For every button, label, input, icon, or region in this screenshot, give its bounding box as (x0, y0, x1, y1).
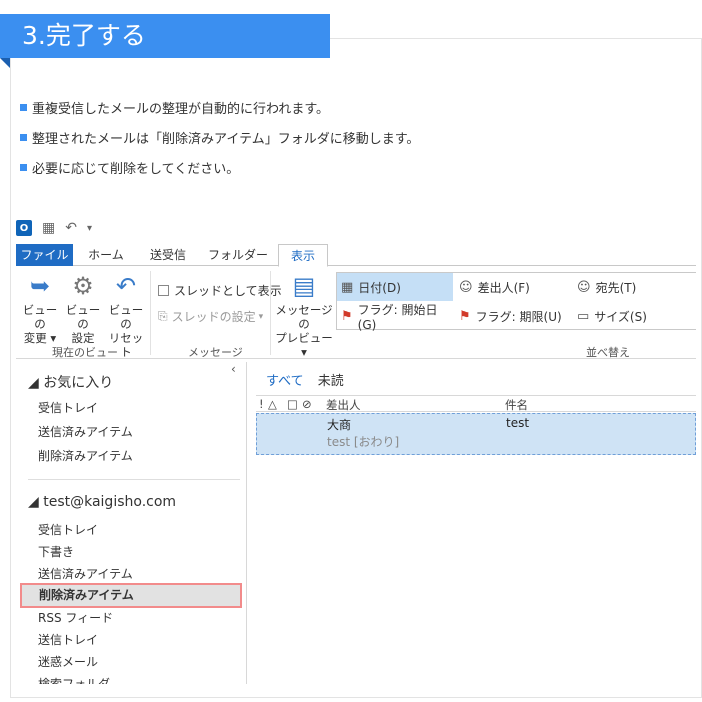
filter-all[interactable]: すべて (266, 374, 304, 389)
ribbon-view: ➥ ビューの 変更 ▾ ⚙ ビューの 設定 ↶ ビューの リセット 現在のビュー… (16, 267, 696, 359)
tab-home[interactable]: ホーム (78, 244, 134, 266)
folder-favorites-inbox[interactable]: 受信トレイ (38, 398, 98, 418)
message-sender: 大商 (327, 418, 352, 432)
view-settings-button[interactable]: ⚙ ビューの 設定 (62, 273, 104, 345)
flag-icon: ⚑ (341, 308, 353, 324)
change-view-icon: ➥ (29, 272, 51, 300)
column-type[interactable]: □ (287, 397, 298, 411)
group-separator (270, 271, 271, 355)
recipient-icon: ☺ (577, 279, 591, 295)
group-label-current-view: 現在のビュー (52, 346, 118, 359)
bullet-square-icon (20, 163, 27, 171)
list-column-header: ! △ □ ⊘ 差出人 件名 (256, 395, 696, 412)
folder-outbox[interactable]: 送信トレイ (38, 630, 98, 650)
sort-by-from[interactable]: ☺ 差出人(F) (455, 273, 571, 301)
pane-divider (28, 479, 240, 480)
outlook-logo-icon: O (16, 220, 32, 236)
reset-icon: ↶ (115, 272, 137, 300)
column-reminder[interactable]: △ (268, 397, 277, 411)
thread-settings-icon: ⎘ (158, 309, 168, 323)
bullet-square-icon (20, 103, 27, 111)
column-attachment[interactable]: ⊘ (302, 397, 312, 411)
column-importance[interactable]: ! (259, 397, 264, 411)
folder-sent[interactable]: 送信済みアイテム (38, 564, 133, 584)
account-header[interactable]: ◢ test@kaigisho.com (28, 494, 176, 510)
column-from[interactable]: 差出人 (326, 397, 361, 413)
message-preview: test [おわり] (327, 435, 400, 449)
bullet-square-icon (20, 133, 27, 141)
folder-drafts[interactable]: 下書き (38, 542, 74, 562)
message-preview-button[interactable]: ▤ メッセージの プレビュー ▾ (274, 273, 334, 359)
table-row[interactable]: 大商 test test [おわり] (256, 413, 696, 455)
step-title: 3.完了する (0, 14, 330, 58)
arrangement-gallery: ▦ 日付(D) ☺ 差出人(F) ☺ 宛先(T) ⚑ フラグ: 開始日(G) ⚑ フラグ:… (336, 272, 696, 332)
sort-by-flag-due[interactable]: ⚑ フラグ: 期限(U) (455, 302, 571, 330)
ribbon-tabs: ファイル ホーム 送受信 フォルダー 表示 (16, 244, 696, 267)
tab-file[interactable]: ファイル (16, 244, 73, 266)
column-subject[interactable]: 件名 (505, 397, 528, 413)
message-subject: test (506, 416, 530, 430)
step-banner-fold (0, 58, 10, 68)
customize-icon[interactable]: ▾ (87, 223, 92, 234)
flag-icon: ⚑ (459, 308, 471, 324)
folder-deleted-items[interactable]: 削除済みアイテム (20, 583, 242, 608)
tab-send-receive[interactable]: 送受信 (138, 244, 198, 266)
instruction-list: 重複受信したメールの整理が自動的に行われます。 整理されたメールは「削除済みアイ… (20, 92, 419, 182)
checkbox-icon (158, 285, 169, 296)
message-preview-icon: ▤ (292, 272, 316, 300)
calendar-icon: ▦ (341, 279, 354, 295)
folder-rss-feeds[interactable]: RSS フィード (38, 608, 113, 628)
send-receive-icon[interactable]: ▦ (42, 220, 55, 236)
gear-icon: ⚙ (72, 272, 94, 300)
tab-folder[interactable]: フォルダー (202, 244, 274, 266)
sort-by-flag-start[interactable]: ⚑ フラグ: 開始日(G) (337, 302, 453, 332)
folder-pane: ‹ ◢ お気に入り 受信トレイ 送信済みアイテム 削除済みアイテム ◢ test… (16, 362, 247, 684)
filter-unread[interactable]: 未読 (318, 374, 344, 389)
sort-by-to[interactable]: ☺ 宛先(T) (573, 273, 693, 301)
folder-favorites-sent[interactable]: 送信済みアイテム (38, 422, 133, 442)
folder-search-folders[interactable]: 検索フォルダ (38, 674, 110, 684)
group-label-arrangement: 並べ替え (586, 346, 630, 359)
group-separator (150, 271, 151, 355)
folder-inbox[interactable]: 受信トレイ (38, 520, 98, 540)
folder-favorites-deleted[interactable]: 削除済みアイテム (38, 446, 133, 466)
undo-icon[interactable]: ↶ (65, 220, 77, 236)
folder-junk[interactable]: 迷惑メール (38, 652, 98, 672)
collapse-pane-icon[interactable]: ‹ (231, 362, 236, 376)
thread-settings-button[interactable]: ⎘ スレッドの設定 ▾ (158, 308, 263, 325)
quick-access-toolbar: O ▦ ↶ ▾ (16, 216, 92, 240)
instruction-item: 必要に応じて削除をしてください。 (20, 152, 419, 182)
change-view-button[interactable]: ➥ ビューの 変更 ▾ (18, 273, 62, 345)
thread-view-checkbox[interactable]: スレッドとして表示 (158, 282, 282, 299)
sort-by-size[interactable]: ▭ サイズ(S) (573, 302, 693, 330)
list-filter: すべて 未読 (266, 370, 344, 389)
favorites-header[interactable]: ◢ お気に入り (28, 372, 113, 392)
instruction-item: 整理されたメールは「削除済みアイテム」フォルダに移動します。 (20, 122, 419, 152)
instruction-item: 重複受信したメールの整理が自動的に行われます。 (20, 92, 419, 122)
group-label-messages: メッセージ (188, 346, 243, 359)
tab-view[interactable]: 表示 (278, 244, 328, 267)
sender-icon: ☺ (459, 279, 473, 295)
sort-by-date[interactable]: ▦ 日付(D) (337, 273, 453, 301)
mail-list: すべて 未読 ! △ □ ⊘ 差出人 件名 大商 test test [おわり] (256, 362, 696, 684)
outlook-window: O ▦ ↶ ▾ ファイル ホーム 送受信 フォルダー 表示 ➥ ビューの 変更 … (16, 214, 696, 684)
size-icon: ▭ (577, 308, 590, 324)
